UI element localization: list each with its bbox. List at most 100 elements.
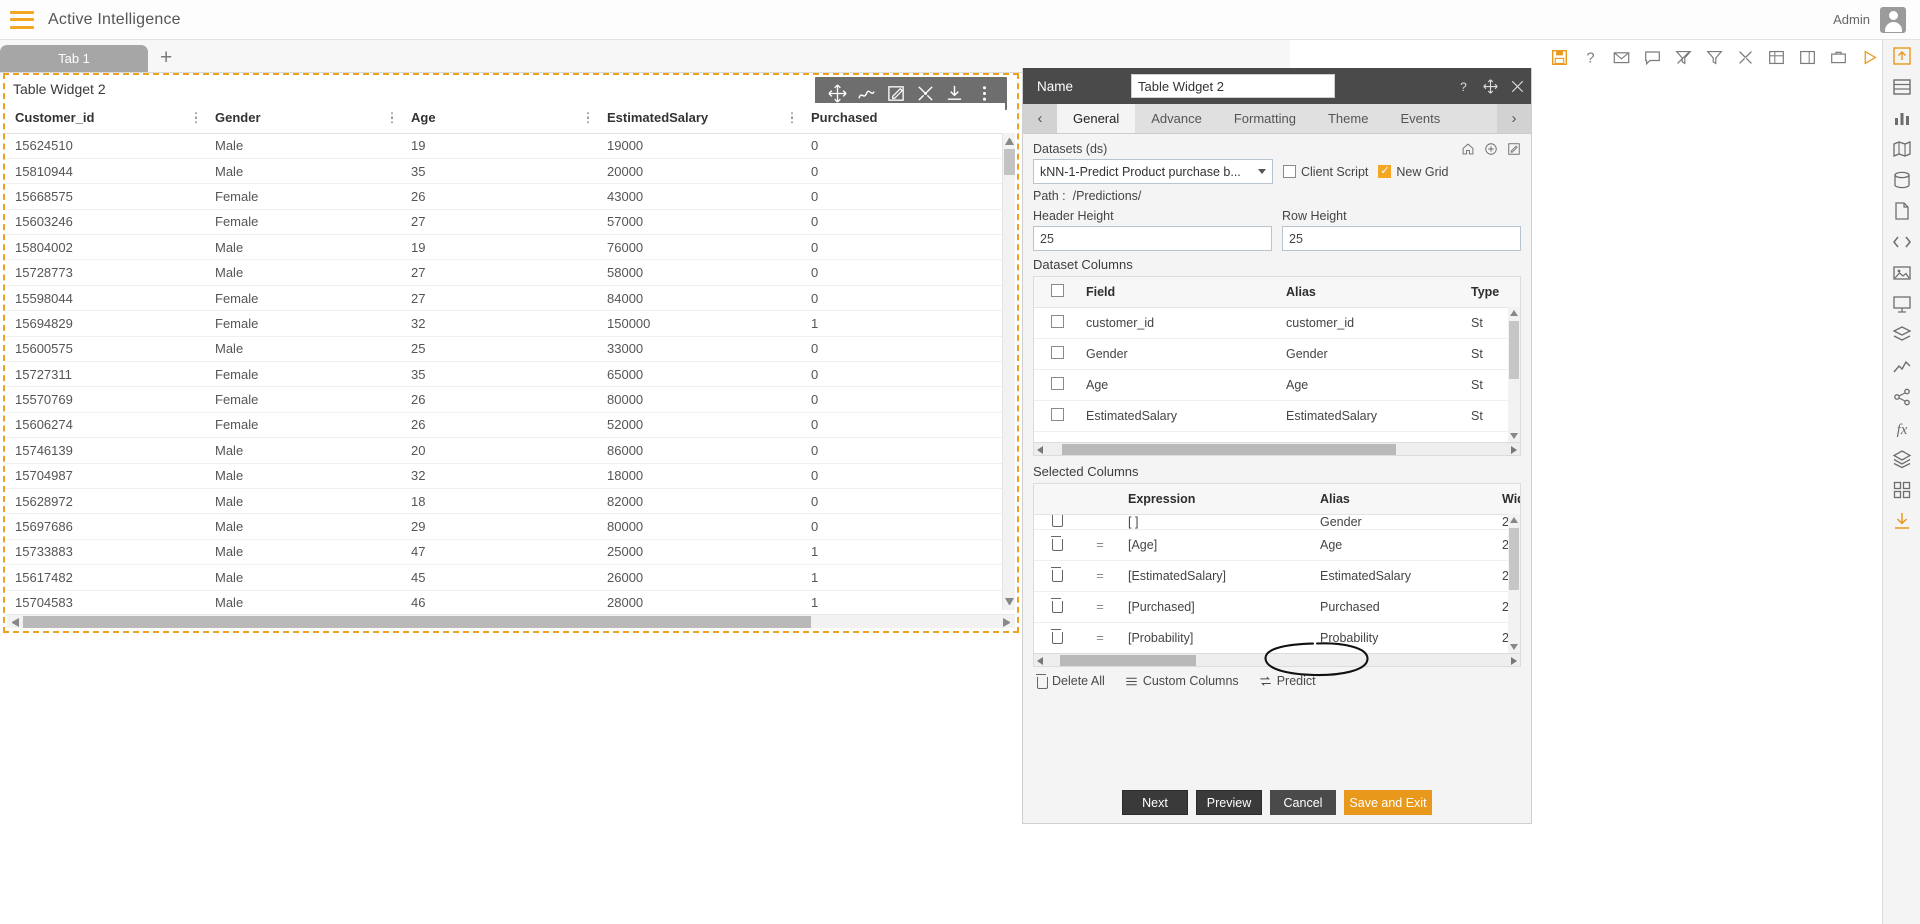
trash-icon[interactable] <box>1050 536 1063 551</box>
table-row[interactable]: 15704987 Male 32 18000 0 <box>5 463 1005 489</box>
tools-icon[interactable] <box>1737 49 1754 66</box>
code-icon[interactable] <box>1892 232 1912 252</box>
home-icon[interactable] <box>1461 142 1475 156</box>
table-row[interactable]: 15810944 Male 35 20000 0 <box>5 158 1005 185</box>
image-icon[interactable] <box>1892 263 1912 283</box>
trash-icon[interactable] <box>1050 514 1063 527</box>
column-menu-icon[interactable] <box>390 112 393 124</box>
hamburger-menu-icon[interactable] <box>10 10 34 29</box>
chevron-left-icon[interactable]: ‹ <box>1023 104 1057 133</box>
tab-formatting[interactable]: Formatting <box>1218 104 1312 133</box>
plus-circle-icon[interactable] <box>1484 142 1498 156</box>
table-row[interactable]: 15733883 Male 47 25000 1 <box>5 539 1005 566</box>
move-icon[interactable] <box>1483 78 1498 94</box>
grid-vertical-scrollbar[interactable] <box>1002 133 1015 610</box>
column-header-gender[interactable]: Gender <box>205 103 401 134</box>
row-checkbox[interactable] <box>1050 376 1064 390</box>
presentation-icon[interactable] <box>1892 294 1912 314</box>
column-header-purchased[interactable]: Purchased <box>801 103 1005 134</box>
drag-handle-cell[interactable]: = <box>1078 560 1122 592</box>
table-row[interactable]: 15617482 Male 45 26000 1 <box>5 564 1005 591</box>
dataset-columns-vscroll[interactable] <box>1508 307 1520 442</box>
scroll-thumb-horizontal[interactable] <box>1062 444 1396 455</box>
help-icon[interactable]: ? <box>1582 49 1599 66</box>
user-avatar-icon[interactable] <box>1880 6 1906 33</box>
dataset-column-row[interactable]: customer_id customer_id St <box>1034 307 1520 339</box>
play-icon[interactable] <box>1861 49 1878 66</box>
scroll-right-icon[interactable] <box>1511 657 1517 665</box>
checkbox-box-checked[interactable] <box>1378 164 1392 178</box>
selected-columns-vscroll[interactable] <box>1508 514 1520 653</box>
select-all-checkbox[interactable] <box>1050 283 1064 297</box>
drag-handle-icon[interactable]: = <box>1096 568 1104 583</box>
drag-handle-cell[interactable]: = <box>1078 622 1122 653</box>
table-row[interactable]: 15628972 Male 18 82000 0 <box>5 488 1005 515</box>
column-menu-icon[interactable] <box>586 112 589 124</box>
scroll-right-icon[interactable] <box>1511 446 1517 454</box>
trash-icon[interactable] <box>1050 567 1063 582</box>
download-icon[interactable] <box>945 84 964 103</box>
scroll-up-icon[interactable] <box>1509 310 1518 316</box>
scroll-left-icon[interactable] <box>1037 657 1043 665</box>
dataset-column-row[interactable]: EstimatedSalary EstimatedSalary St <box>1034 400 1520 432</box>
close-icon[interactable] <box>1510 79 1525 94</box>
map-icon[interactable] <box>1892 139 1912 159</box>
row-checkbox[interactable] <box>1050 345 1064 359</box>
checkbox-box[interactable] <box>1283 165 1296 178</box>
drag-handle-cell[interactable]: = <box>1078 529 1122 561</box>
line-chart-icon[interactable] <box>1892 356 1912 376</box>
more-icon[interactable] <box>975 84 994 103</box>
select-all-checkbox-cell[interactable] <box>1034 277 1080 308</box>
settings-icon[interactable] <box>916 84 935 103</box>
expand-up-icon[interactable] <box>1892 46 1912 66</box>
table-row[interactable]: 15606274 Female 26 52000 0 <box>5 412 1005 439</box>
dataset-columns-hscroll[interactable] <box>1033 443 1521 456</box>
next-button[interactable]: Next <box>1122 790 1188 815</box>
scroll-left-icon[interactable] <box>10 618 19 627</box>
delete-row-cell[interactable] <box>1034 560 1078 592</box>
table-row[interactable]: 15624510 Male 19 19000 0 <box>5 133 1005 159</box>
pen-icon[interactable] <box>857 84 876 103</box>
function-icon[interactable]: fx <box>1892 418 1912 438</box>
row-height-input[interactable] <box>1282 226 1521 251</box>
selected-column-row-clipped[interactable]: [ ]Gender20 <box>1034 514 1520 530</box>
bar-chart-icon[interactable] <box>1892 108 1912 128</box>
save-icon[interactable] <box>1551 49 1568 66</box>
layers-icon[interactable] <box>1892 325 1912 345</box>
grid-horizontal-scrollbar[interactable] <box>7 614 1015 628</box>
new-grid-checkbox[interactable]: New Grid <box>1378 164 1448 179</box>
custom-columns-action[interactable]: Custom Columns <box>1125 674 1239 688</box>
share-icon[interactable] <box>1892 387 1912 407</box>
table-row[interactable]: 15704583 Male 46 28000 1 <box>5 590 1005 616</box>
move-icon[interactable] <box>828 84 847 103</box>
column-menu-icon[interactable] <box>194 112 197 124</box>
client-script-checkbox[interactable]: Client Script <box>1283 165 1368 179</box>
help-icon[interactable]: ? <box>1456 79 1471 94</box>
document-icon[interactable] <box>1892 201 1912 221</box>
scroll-right-icon[interactable] <box>1003 618 1012 627</box>
table-row[interactable]: 15598044 Female 27 84000 0 <box>5 285 1005 312</box>
scroll-left-icon[interactable] <box>1037 446 1043 454</box>
scroll-down-icon[interactable] <box>1005 598 1014 607</box>
table-row[interactable]: 15804002 Male 19 76000 0 <box>5 234 1005 261</box>
preview-button[interactable]: Preview <box>1196 790 1262 815</box>
row-checkbox-cell[interactable] <box>1034 338 1080 370</box>
layout-icon[interactable] <box>1799 49 1816 66</box>
database-icon[interactable] <box>1892 170 1912 190</box>
drag-handle-icon[interactable]: = <box>1096 630 1104 645</box>
delete-row-cell[interactable] <box>1034 514 1078 530</box>
row-checkbox[interactable] <box>1050 407 1064 421</box>
briefcase-icon[interactable] <box>1830 49 1847 66</box>
drag-handle-cell[interactable]: = <box>1078 591 1122 623</box>
save-and-exit-button[interactable]: Save and Exit <box>1344 790 1432 815</box>
mail-icon[interactable] <box>1613 49 1630 66</box>
selected-column-row[interactable]: =[Purchased]Purchased20 <box>1034 591 1520 623</box>
table-row[interactable]: 15668575 Female 26 43000 0 <box>5 183 1005 210</box>
header-height-input[interactable] <box>1033 226 1272 251</box>
filter-icon[interactable] <box>1706 49 1723 66</box>
selected-column-row[interactable]: =[Probability]Probability20 <box>1034 622 1520 653</box>
table-widget[interactable]: Table Widget 2 Customer_id Gender Age Es… <box>3 73 1019 633</box>
list-panel-icon[interactable] <box>1892 77 1912 97</box>
grid-icon[interactable] <box>1768 49 1785 66</box>
table-row[interactable]: 15746139 Male 20 86000 0 <box>5 437 1005 464</box>
